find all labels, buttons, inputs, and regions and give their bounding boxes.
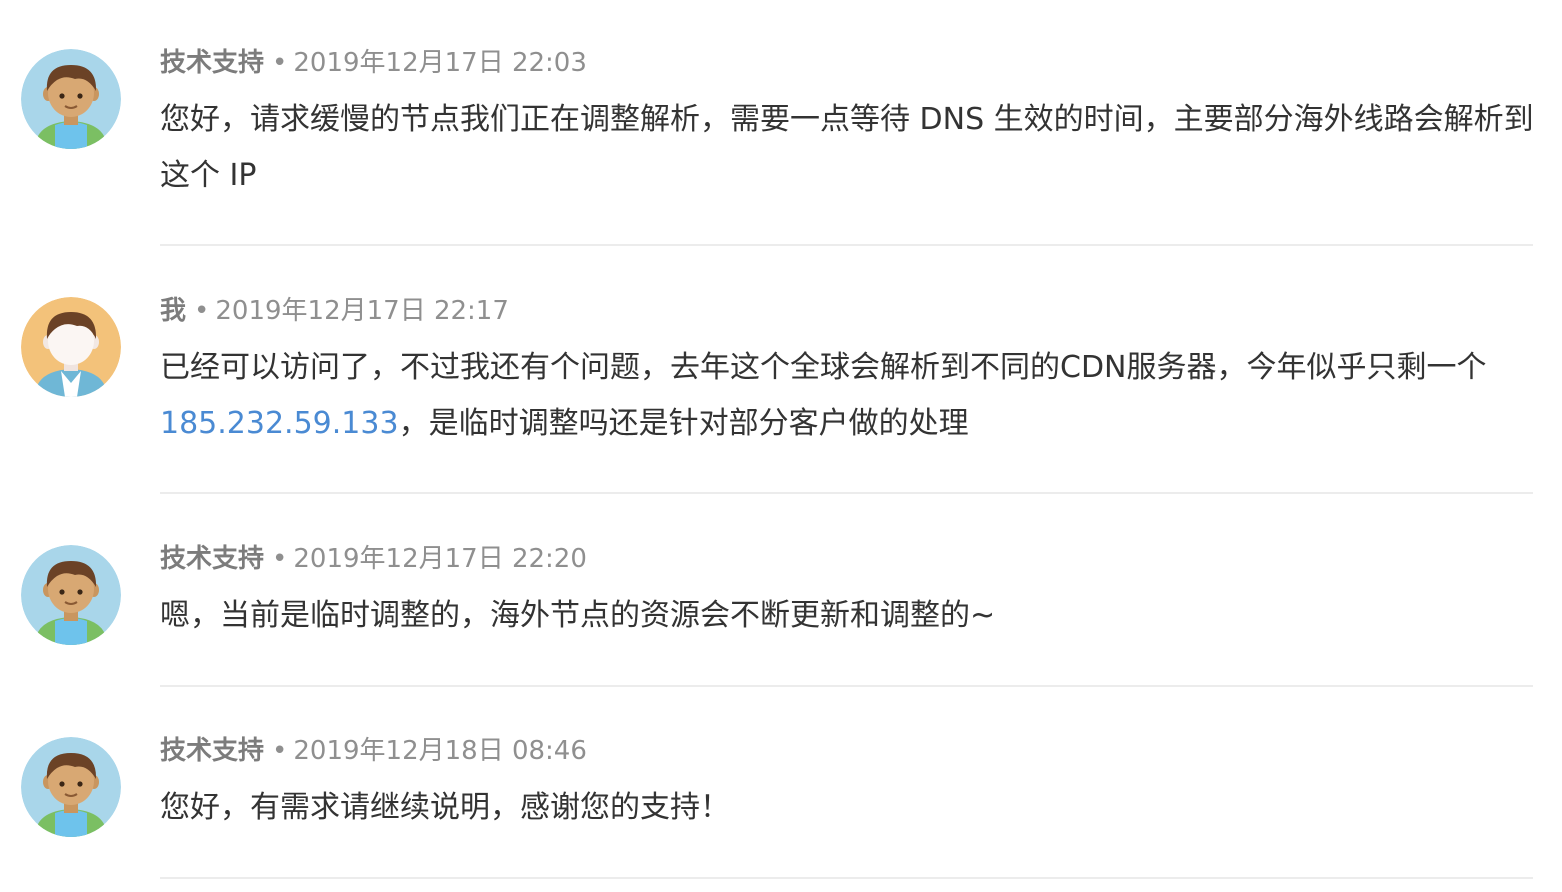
message-author: 技术支持 — [160, 544, 265, 574]
user-avatar-icon — [21, 297, 121, 397]
meta-separator: • — [272, 48, 288, 78]
message-author: 技术支持 — [160, 48, 265, 78]
message-text-after-link: ，是临时调整吗还是针对部分客户做的处理 — [398, 406, 969, 441]
message-text-before-link: 已经可以访问了，不过我还有个问题，去年这个全球会解析到不同的CDN服务器，今年似… — [160, 350, 1487, 385]
message-timestamp: 2019年12月17日 22:20 — [293, 544, 587, 574]
message-meta: 技术支持 • 2019年12月17日 22:03 — [160, 47, 587, 79]
message-meta: 技术支持 • 2019年12月17日 22:20 — [160, 543, 587, 575]
meta-separator: • — [272, 544, 288, 574]
ip-address-link[interactable]: 185.232.59.133 — [160, 406, 399, 441]
message-divider — [160, 685, 1533, 687]
message-timestamp: 2019年12月17日 22:03 — [293, 48, 587, 78]
message-text: 您好，请求缓慢的节点我们正在调整解析，需要一点等待 DNS 生效的时间，主要部分… — [160, 102, 1534, 193]
support-avatar-icon — [21, 49, 121, 149]
meta-separator: • — [194, 296, 210, 326]
message-divider — [160, 877, 1533, 879]
message-meta: 我 • 2019年12月17日 22:17 — [160, 295, 509, 327]
message-timestamp: 2019年12月17日 22:17 — [215, 296, 509, 326]
message-divider — [160, 492, 1533, 494]
message-text: 已经可以访问了，不过我还有个问题，去年这个全球会解析到不同的CDN服务器，今年似… — [160, 340, 1540, 452]
message-divider — [160, 244, 1533, 246]
message-text: 嗯，当前是临时调整的，海外节点的资源会不断更新和调整的~ — [160, 598, 996, 633]
message-timestamp: 2019年12月18日 08:46 — [293, 736, 587, 766]
support-avatar-icon — [21, 737, 121, 837]
message-author: 我 — [160, 296, 187, 326]
message-text: 您好，有需求请继续说明，感谢您的支持！ — [160, 790, 730, 825]
message-meta: 技术支持 • 2019年12月18日 08:46 — [160, 735, 587, 767]
message-author: 技术支持 — [160, 736, 265, 766]
support-avatar-icon — [21, 545, 121, 645]
meta-separator: • — [272, 736, 288, 766]
